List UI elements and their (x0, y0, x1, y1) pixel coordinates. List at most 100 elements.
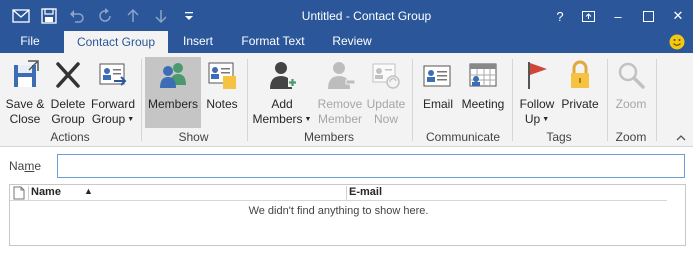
members-view-button[interactable]: Members (145, 57, 201, 128)
name-label-suffix: e (34, 159, 42, 173)
flag-icon (521, 59, 553, 91)
email-button[interactable]: Email (420, 57, 456, 129)
save-close-icon (9, 59, 41, 91)
chevron-down-icon: ▼ (542, 116, 550, 123)
smiley-feedback-icon[interactable] (669, 34, 685, 50)
ribbon: Save & Close Delete Group Forward Group ▼ Ac… (0, 53, 693, 147)
add-members-label-2: Members (252, 112, 303, 126)
private-label: Private (561, 97, 599, 111)
list-header: Name ▲ E-mail (10, 185, 667, 201)
empty-list-message: We didn't find anything to show here. (248, 205, 429, 217)
email-contact-icon (422, 59, 454, 91)
title-bar: Untitled - Contact Group ? – ✕ (0, 0, 693, 32)
zoom-label: Zoom (615, 97, 647, 111)
ribbon-display-options-button[interactable] (573, 0, 603, 32)
save-close-label-2: Close (9, 112, 41, 126)
column-divider[interactable] (346, 186, 347, 200)
group-separator (607, 59, 608, 141)
forward-group-icon (97, 59, 129, 91)
forward-group-button[interactable]: Forward Group ▼ (89, 57, 137, 129)
column-header-email[interactable]: E-mail (349, 186, 382, 198)
ribbon-tab-bar: File Contact Group Insert Format Text Re… (0, 31, 693, 54)
follow-up-label-2: Up (524, 112, 541, 126)
group-label-zoom: Zoom (615, 130, 647, 144)
chevron-down-icon: ▼ (127, 116, 135, 123)
add-members-button[interactable]: Add Members ▼ (252, 57, 312, 129)
save-close-label-1: Save & (5, 97, 45, 111)
update-now-button[interactable]: Update Now (366, 57, 406, 129)
follow-up-button[interactable]: Follow Up ▼ (518, 57, 556, 129)
meeting-label: Meeting (461, 97, 505, 111)
remove-member-label-1: Remove (317, 97, 363, 111)
magnifier-icon (615, 59, 647, 91)
group-separator (412, 59, 413, 141)
follow-up-label-1: Follow (519, 97, 555, 111)
email-label: Email (422, 97, 453, 111)
down-icon[interactable] (149, 4, 173, 28)
help-button[interactable]: ? (547, 0, 573, 32)
update-now-label-1: Update (366, 97, 406, 111)
window-controls: ? – ✕ (547, 0, 693, 32)
name-label: Name (9, 159, 41, 173)
meeting-button[interactable]: Meeting (459, 57, 507, 129)
sort-ascending-icon: ▲ (84, 186, 93, 196)
group-separator (141, 59, 142, 141)
add-member-icon (266, 59, 298, 91)
up-icon[interactable] (121, 4, 145, 28)
maximize-icon (642, 10, 654, 22)
members-icon (157, 59, 189, 91)
lock-icon (564, 59, 596, 91)
zoom-button[interactable]: Zoom (612, 57, 650, 129)
document-icon[interactable] (13, 186, 25, 200)
name-label-prefix: Na (9, 159, 25, 173)
add-members-label-1: Add (271, 97, 293, 111)
save-close-button[interactable]: Save & Close (3, 57, 47, 129)
calendar-meeting-icon (467, 59, 499, 91)
save-icon[interactable] (37, 4, 61, 28)
column-divider[interactable] (28, 186, 29, 200)
notes-label: Notes (206, 97, 238, 111)
private-button[interactable]: Private (560, 57, 600, 129)
members-list: Name ▲ E-mail We didn't find anything to… (9, 184, 686, 246)
chevron-down-icon: ▼ (304, 116, 312, 123)
update-now-label-2: Now (373, 112, 398, 126)
group-label-tags: Tags (546, 130, 572, 144)
remove-member-label-2: Member (317, 112, 362, 126)
name-input[interactable] (57, 154, 685, 178)
tab-format-text[interactable]: Format Text (232, 32, 314, 53)
delete-x-icon (52, 59, 84, 91)
group-separator (512, 59, 513, 141)
notes-button[interactable]: Notes (203, 57, 241, 129)
tab-review[interactable]: Review (322, 32, 382, 53)
tab-file[interactable]: File (6, 32, 54, 53)
close-button[interactable]: ✕ (663, 0, 693, 32)
quick-access-toolbar (0, 0, 201, 32)
tab-insert[interactable]: Insert (172, 32, 224, 53)
vertical-scrollbar[interactable] (667, 185, 685, 245)
tab-contact-group[interactable]: Contact Group (64, 31, 168, 54)
delete-group-label-2: Group (51, 112, 85, 126)
redo-icon[interactable] (93, 4, 117, 28)
outlook-icon[interactable] (9, 4, 33, 28)
delete-group-label-1: Delete (50, 97, 86, 111)
remove-member-button[interactable]: Remove Member (316, 57, 364, 129)
update-now-icon (370, 59, 402, 91)
group-label-actions: Actions (50, 130, 90, 144)
notes-icon (206, 59, 238, 91)
forward-group-label-2: Group (91, 112, 126, 126)
delete-group-button[interactable]: Delete Group (48, 57, 88, 129)
column-header-name[interactable]: Name (31, 186, 61, 198)
name-label-accesskey: m (24, 159, 35, 173)
remove-member-icon (324, 59, 356, 91)
ribbon-display-icon (581, 10, 595, 22)
members-view-label: Members (147, 97, 198, 111)
customize-icon[interactable] (177, 4, 201, 28)
group-separator (656, 59, 657, 141)
forward-group-label-1: Forward (90, 97, 135, 111)
group-label-show: Show (178, 130, 209, 144)
maximize-button[interactable] (633, 0, 663, 32)
minimize-button[interactable]: – (603, 0, 633, 32)
undo-icon[interactable] (65, 4, 89, 28)
group-label-members: Members (303, 130, 354, 144)
collapse-ribbon-icon[interactable] (676, 133, 686, 143)
